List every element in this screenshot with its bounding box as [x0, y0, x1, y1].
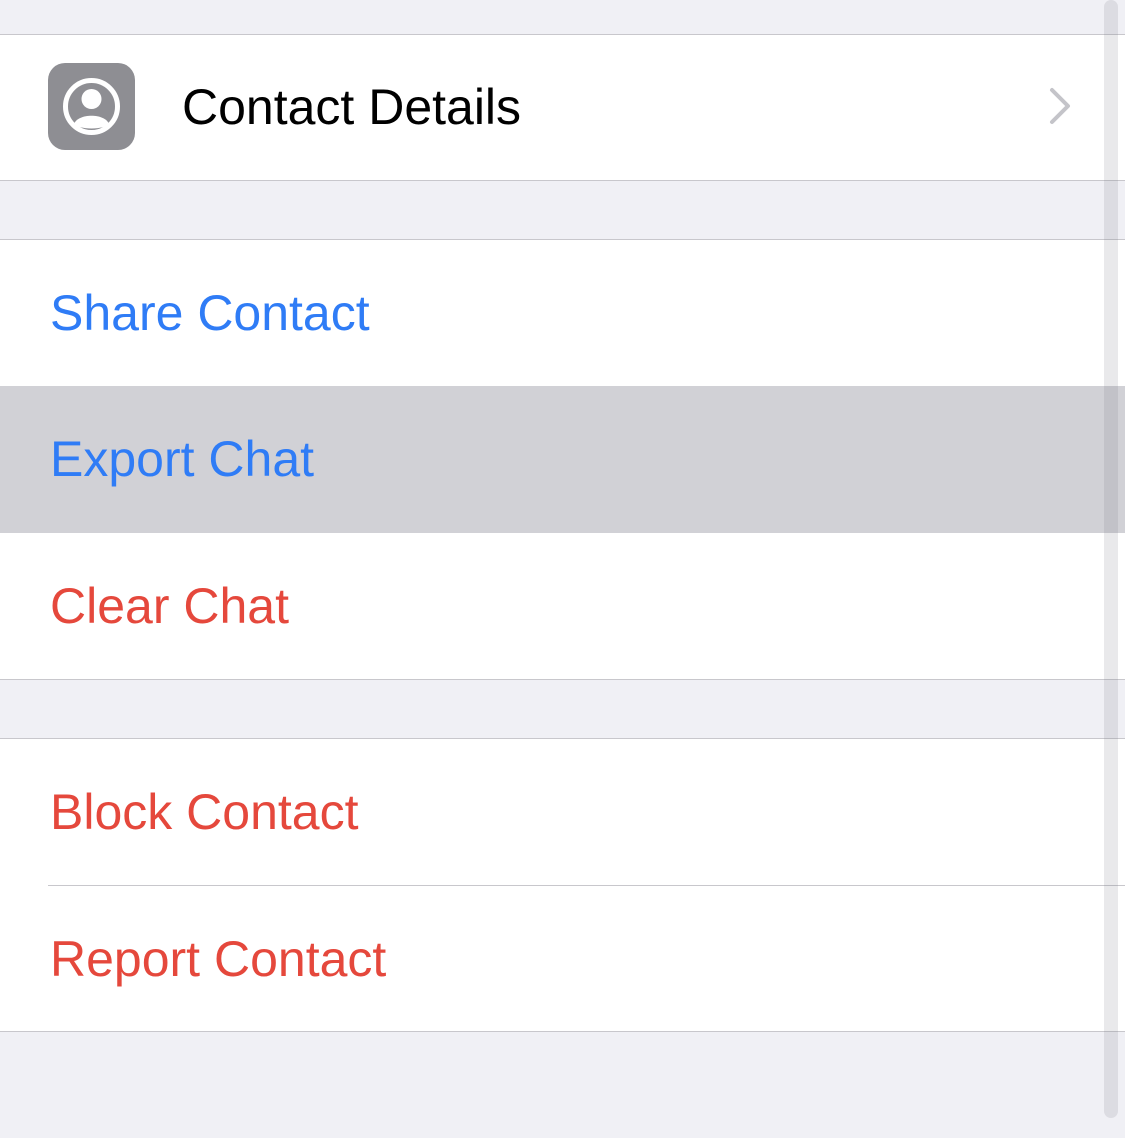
share-contact-label: Share Contact	[50, 285, 370, 341]
export-chat-button[interactable]: Export Chat	[0, 386, 1125, 533]
clear-chat-label: Clear Chat	[50, 578, 289, 634]
block-contact-button[interactable]: Block Contact	[0, 739, 1125, 886]
vertical-scrollbar[interactable]	[1104, 0, 1118, 1118]
report-contact-button[interactable]: Report Contact	[0, 886, 1125, 1033]
contact-details-label: Contact Details	[182, 79, 522, 135]
report-contact-label: Report Contact	[50, 931, 387, 987]
chevron-right-icon	[1050, 88, 1070, 124]
person-circle-icon	[48, 63, 135, 150]
export-chat-label: Export Chat	[50, 431, 315, 487]
contact-details-group: Contact Details	[0, 34, 1125, 181]
block-contact-label: Block Contact	[50, 784, 359, 840]
contact-details-row[interactable]: Contact Details	[0, 34, 1125, 181]
share-contact-button[interactable]: Share Contact	[0, 240, 1125, 387]
contact-info-page: Contact Details Share Contact Export Cha…	[0, 0, 1125, 1138]
clear-chat-button[interactable]: Clear Chat	[0, 533, 1125, 680]
danger-actions-group: Block Contact Report Contact	[0, 738, 1125, 1032]
chat-actions-group: Share Contact Export Chat Clear Chat	[0, 239, 1125, 680]
